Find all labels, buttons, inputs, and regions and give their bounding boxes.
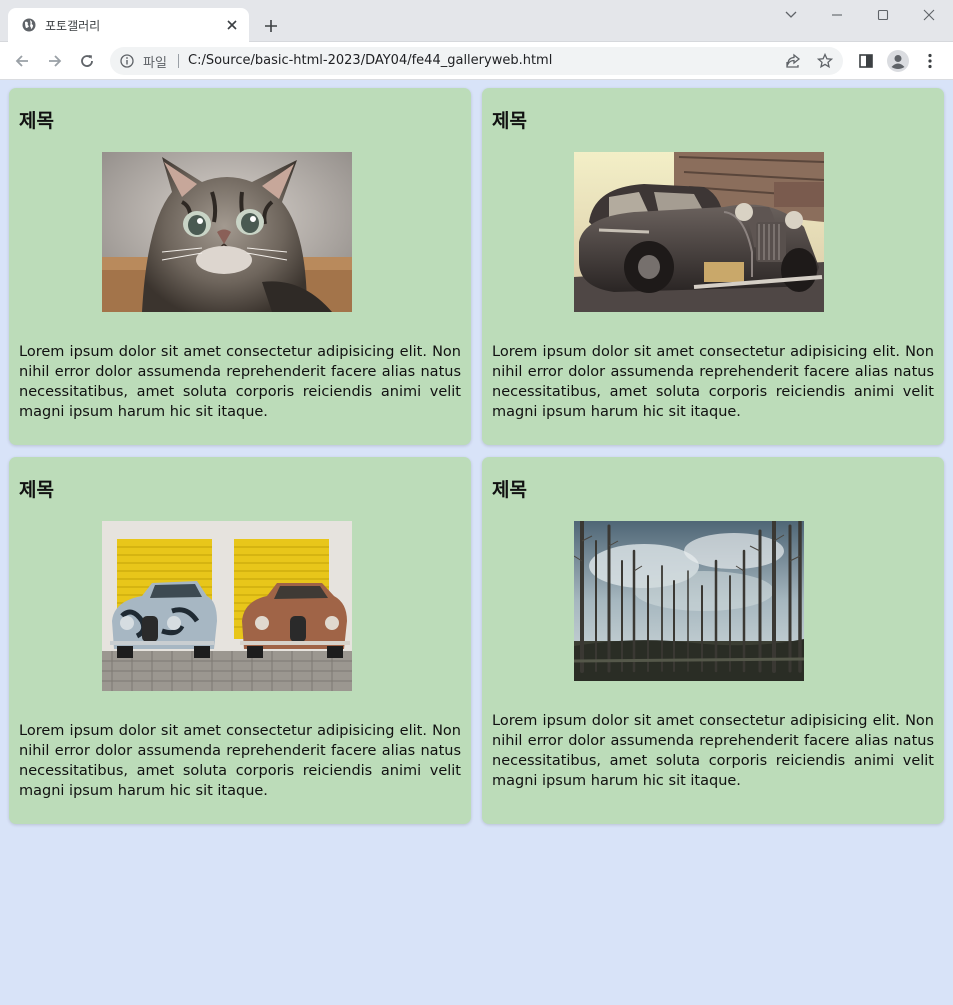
- share-icon[interactable]: [783, 51, 803, 71]
- side-panel-icon[interactable]: [854, 49, 878, 73]
- close-window-icon[interactable]: [914, 4, 944, 26]
- two-jaguar-cars-photo: [102, 521, 352, 691]
- profile-avatar-icon[interactable]: [886, 49, 910, 73]
- globe-icon: [22, 18, 36, 32]
- forest-photo: [574, 521, 804, 681]
- browser-titlebar: 포토갤러리: [0, 0, 953, 42]
- kitten-photo: [102, 152, 352, 312]
- browser-tab[interactable]: 포토갤러리: [8, 8, 249, 42]
- card-description: Lorem ipsum dolor sit amet consectetur a…: [492, 344, 934, 420]
- tab-title: 포토갤러리: [45, 19, 101, 33]
- card-title: 제목: [492, 479, 527, 501]
- card-title: 제목: [19, 479, 54, 501]
- tab-close-icon[interactable]: [223, 16, 241, 34]
- gallery-card: 제목 Lorem ipsum dolor sit amet consectetu…: [482, 457, 944, 824]
- info-icon[interactable]: [120, 54, 134, 68]
- scheme-label: 파일: [143, 56, 167, 71]
- address-bar[interactable]: 파일 C:/Source/basic-html-2023/DAY04/fe44_…: [110, 47, 843, 75]
- omnibox-divider: [178, 54, 179, 68]
- back-arrow-icon[interactable]: [10, 49, 34, 73]
- tab-search-icon[interactable]: [776, 4, 806, 26]
- page-content: 제목 Lorem ipsum dolor sit amet consectetu…: [0, 80, 953, 1005]
- vintage-car-photo: [574, 152, 824, 312]
- gallery-card: 제목 Lorem ipsum dolor sit amet consectetu…: [482, 88, 944, 445]
- bookmark-star-icon[interactable]: [815, 51, 835, 71]
- gallery-card: 제목 Lorem ipsum dolor sit amet consectetu…: [9, 457, 471, 824]
- gallery-card: 제목 Lorem ipsum dolor sit amet consectetu…: [9, 88, 471, 445]
- more-menu-icon[interactable]: [918, 49, 942, 73]
- card-description: Lorem ipsum dolor sit amet consectetur a…: [492, 713, 934, 789]
- forward-arrow-icon[interactable]: [43, 49, 67, 73]
- card-title: 제목: [492, 110, 527, 132]
- card-title: 제목: [19, 110, 54, 132]
- card-description: Lorem ipsum dolor sit amet consectetur a…: [19, 344, 461, 420]
- url-text[interactable]: C:/Source/basic-html-2023/DAY04/fe44_gal…: [188, 53, 552, 68]
- card-description: Lorem ipsum dolor sit amet consectetur a…: [19, 723, 461, 799]
- maximize-icon[interactable]: [868, 4, 898, 26]
- browser-toolbar: 파일 C:/Source/basic-html-2023/DAY04/fe44_…: [0, 42, 953, 80]
- minimize-icon[interactable]: [822, 4, 852, 26]
- new-tab-icon[interactable]: [260, 15, 282, 37]
- reload-icon[interactable]: [75, 49, 99, 73]
